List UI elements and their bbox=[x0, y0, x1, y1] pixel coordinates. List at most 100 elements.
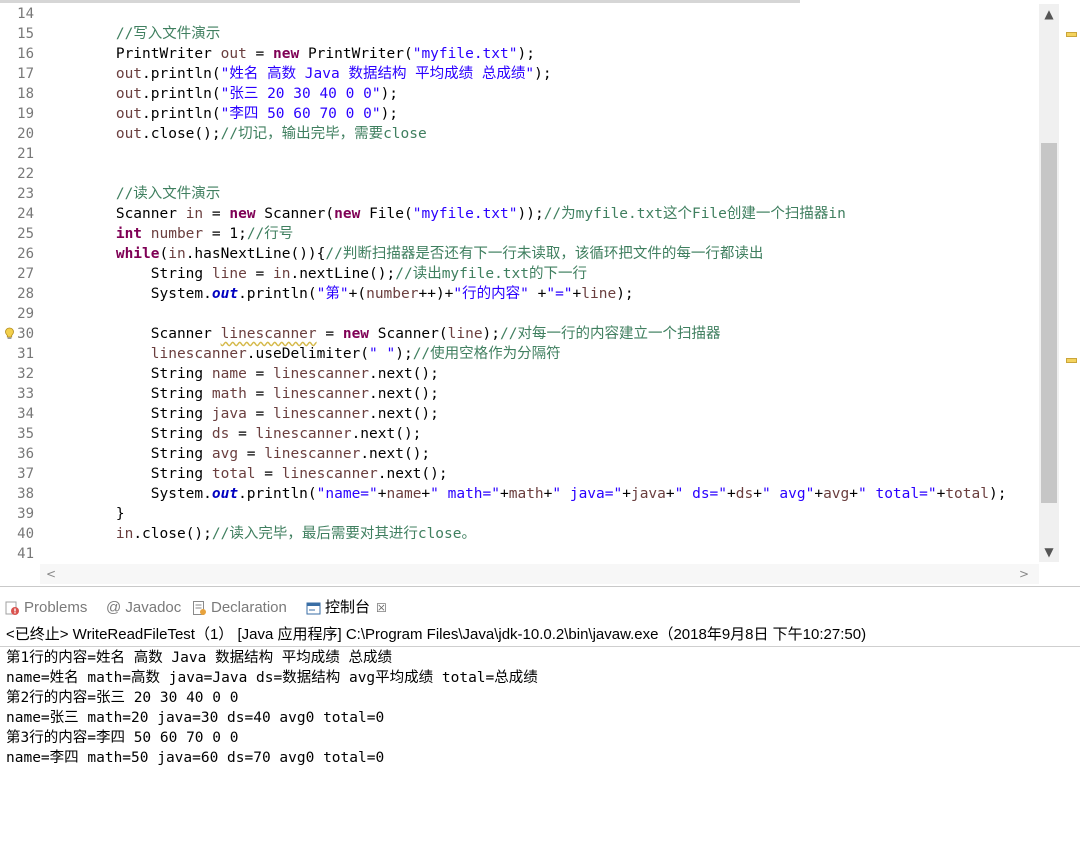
overview-warning-mark[interactable] bbox=[1066, 358, 1077, 363]
scroll-left-icon[interactable]: < bbox=[46, 564, 60, 584]
code-line[interactable]: String name = linescanner.next(); bbox=[46, 364, 439, 384]
code-line[interactable]: //读入文件演示 bbox=[46, 184, 220, 204]
line-number: 35 bbox=[17, 426, 34, 442]
code-keyword: new bbox=[334, 206, 361, 222]
code-token: linescanner bbox=[273, 406, 370, 422]
code-line[interactable]: Scanner linescanner = new Scanner(line);… bbox=[46, 324, 721, 344]
code-token: avg bbox=[823, 486, 850, 502]
console-output-line: 第3行的内容=李四 50 60 70 0 0 bbox=[6, 730, 239, 746]
code-token: out bbox=[46, 126, 143, 142]
code-token: ); bbox=[517, 46, 535, 62]
code-token: linescanner bbox=[281, 466, 378, 482]
code-line[interactable]: String total = linescanner.next(); bbox=[46, 464, 448, 484]
overview-ruler[interactable] bbox=[1062, 4, 1078, 564]
line-number: 34 bbox=[17, 406, 34, 422]
scroll-right-icon[interactable]: > bbox=[1019, 564, 1033, 584]
code-comment: //读入完毕，最后需要对其进行close。 bbox=[211, 526, 476, 542]
overview-warning-mark[interactable] bbox=[1066, 32, 1077, 37]
tab-problems[interactable]: Problems bbox=[4, 596, 87, 620]
code-token: .next(); bbox=[369, 406, 439, 422]
line-number: 15 bbox=[17, 26, 34, 42]
code-line[interactable]: Scanner in = new Scanner(new File("myfil… bbox=[46, 204, 846, 224]
warning-lightbulb-icon[interactable] bbox=[3, 327, 16, 340]
code-line[interactable]: in.close();//读入完毕，最后需要对其进行close。 bbox=[46, 524, 476, 544]
code-line[interactable]: linescanner.useDelimiter(" ");//使用空格作为分隔… bbox=[46, 344, 561, 364]
line-number: 16 bbox=[17, 46, 34, 62]
code-string: " ds=" bbox=[674, 486, 728, 502]
code-line[interactable]: } bbox=[46, 504, 125, 524]
code-line[interactable]: String java = linescanner.next(); bbox=[46, 404, 439, 424]
code-token: + bbox=[622, 486, 631, 502]
code-string: "李四 50 60 70 0 0" bbox=[220, 106, 381, 122]
code-line[interactable]: out.println("姓名 高数 Java 数据结构 平均成绩 总成绩"); bbox=[46, 64, 552, 84]
code-string: " math=" bbox=[430, 486, 500, 502]
code-keyword: new bbox=[229, 206, 256, 222]
code-token: out bbox=[46, 86, 143, 102]
code-line[interactable]: while(in.hasNextLine()){//判断扫描器是否还有下一行未读… bbox=[46, 244, 764, 264]
console-output-line: name=张三 math=20 java=30 ds=40 avg0 total… bbox=[6, 710, 385, 726]
close-icon[interactable]: ☒ bbox=[376, 596, 387, 620]
tab-label: @ Javadoc bbox=[106, 599, 182, 616]
line-number: 36 bbox=[17, 446, 34, 462]
line-number: 38 bbox=[17, 486, 34, 502]
code-line[interactable]: String math = linescanner.next(); bbox=[46, 384, 439, 404]
tab-declaration[interactable]: Declaration bbox=[192, 596, 287, 620]
horizontal-scrollbar[interactable]: < > bbox=[40, 564, 1039, 584]
code-token: PrintWriter( bbox=[299, 46, 413, 62]
code-token: out bbox=[211, 486, 239, 502]
tab-javadoc[interactable]: @ Javadoc bbox=[106, 596, 181, 620]
code-token: = bbox=[246, 266, 273, 282]
console-output-line: name=姓名 math=高数 java=Java ds=数据结构 avg平均成… bbox=[6, 670, 538, 686]
code-token: = 1; bbox=[203, 226, 247, 242]
code-token: ); bbox=[534, 66, 552, 82]
problems-icon bbox=[5, 601, 19, 616]
code-area[interactable]: //写入文件演示 PrintWriter out = new PrintWrit… bbox=[46, 4, 1041, 564]
code-line[interactable]: System.out.println("name="+name+" math="… bbox=[46, 484, 1007, 504]
code-token: .next(); bbox=[377, 466, 448, 482]
code-token: math bbox=[508, 486, 544, 502]
code-line[interactable]: String line = in.nextLine();//读出myfile.t… bbox=[46, 264, 587, 284]
code-token: ds bbox=[735, 486, 754, 502]
console-view[interactable]: <已终止> WriteReadFileTest（1） [Java 应用程序] C… bbox=[0, 622, 1080, 863]
code-line[interactable]: //写入文件演示 bbox=[46, 24, 220, 44]
line-number: 32 bbox=[17, 366, 34, 382]
code-comment: //为myfile.txt这个File创建一个扫描器in bbox=[543, 206, 846, 222]
code-token: + bbox=[377, 486, 387, 502]
tab-label: Declaration bbox=[211, 599, 287, 616]
code-comment: //读出myfile.txt的下一行 bbox=[395, 266, 587, 282]
code-token: Scanner bbox=[46, 326, 221, 342]
tab-console[interactable]: 控制台 ☒ bbox=[306, 596, 387, 620]
code-line[interactable]: PrintWriter out = new PrintWriter("myfil… bbox=[46, 44, 535, 64]
code-token: String bbox=[46, 446, 212, 462]
scroll-up-icon[interactable]: ▲ bbox=[1039, 4, 1059, 24]
code-token: linescanner bbox=[220, 326, 317, 342]
code-token: in bbox=[185, 206, 204, 222]
code-line[interactable]: System.out.println("第"+(number++)+"行的内容"… bbox=[46, 284, 634, 304]
code-keyword: while bbox=[46, 246, 160, 262]
vertical-scrollbar[interactable]: ▲ ▼ bbox=[1039, 4, 1059, 562]
code-line[interactable]: String ds = linescanner.next(); bbox=[46, 424, 422, 444]
line-number: 40 bbox=[17, 526, 34, 542]
vertical-scroll-thumb[interactable] bbox=[1041, 143, 1057, 503]
editor-top-border bbox=[0, 0, 800, 3]
code-comment: //切记，输出完毕，需要close bbox=[220, 126, 427, 142]
code-token: } bbox=[46, 506, 125, 522]
code-token: = bbox=[246, 386, 273, 402]
code-token: File( bbox=[360, 206, 413, 222]
scroll-down-icon[interactable]: ▼ bbox=[1039, 542, 1059, 562]
code-line[interactable]: int number = 1;//行号 bbox=[46, 224, 293, 244]
code-token: java bbox=[211, 406, 247, 422]
code-line[interactable]: String avg = linescanner.next(); bbox=[46, 444, 430, 464]
code-token: total bbox=[945, 486, 989, 502]
code-token: name bbox=[386, 486, 422, 502]
code-token: = bbox=[246, 46, 274, 62]
code-line[interactable]: out.println("张三 20 30 40 0 0"); bbox=[46, 84, 398, 104]
code-line[interactable]: out.println("李四 50 60 70 0 0"); bbox=[46, 104, 398, 124]
code-token: linescanner bbox=[46, 346, 247, 362]
code-editor[interactable]: 14 15 16 17 18 19 20 21 22 23 24 25 26 27 28 29 30 31 32 33… bbox=[0, 0, 1080, 587]
code-token: out bbox=[46, 106, 143, 122]
code-line[interactable]: out.close();//切记，输出完毕，需要close bbox=[46, 124, 427, 144]
divider bbox=[0, 646, 1080, 647]
code-token: Scanner( bbox=[255, 206, 335, 222]
console-process-header: <已终止> WriteReadFileTest（1） [Java 应用程序] C… bbox=[6, 626, 867, 643]
